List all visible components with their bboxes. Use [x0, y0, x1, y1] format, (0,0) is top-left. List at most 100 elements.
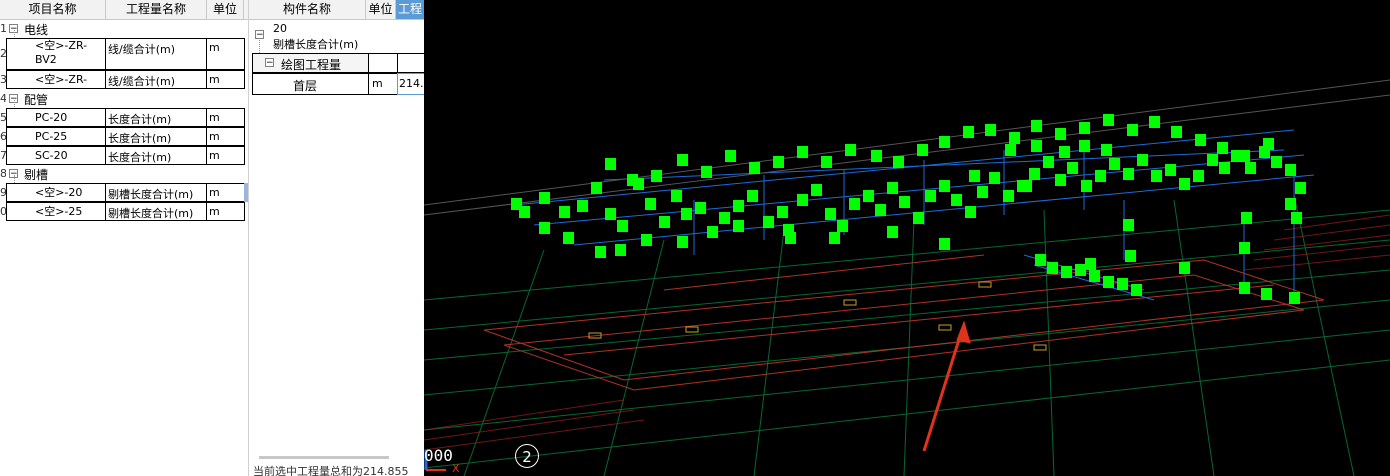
table-row[interactable]: 7 SC-20 长度合计(m) m	[0, 146, 248, 165]
slot-marker	[681, 208, 692, 220]
slot-marker	[1067, 162, 1078, 174]
table-row[interactable]: 9 <空>-20 剔槽长度合计(m) m	[0, 183, 248, 202]
drawing-quantity-group[interactable]: − 绘图工程量	[252, 53, 369, 73]
slot-marker	[1195, 134, 1206, 146]
col-unit[interactable]: 单位	[207, 0, 244, 19]
table-row[interactable]: 3 <空>-ZR-BV4 线/缆合计(m) m	[0, 70, 248, 89]
table-row[interactable]: 6 PC-25 长度合计(m) m	[0, 127, 248, 146]
unit-cell[interactable]: m	[206, 183, 245, 202]
horizontal-scrollbar[interactable]	[259, 456, 389, 459]
col-project-name[interactable]: 项目名称	[0, 0, 106, 19]
slot-marker	[1085, 258, 1096, 270]
slot-marker	[925, 190, 936, 202]
slot-marker	[671, 190, 682, 202]
slot-marker	[707, 226, 718, 238]
slot-marker	[951, 194, 962, 206]
col-quantity-name[interactable]: 工程量名称	[106, 0, 207, 19]
slot-marker	[519, 206, 530, 218]
slot-marker	[617, 220, 628, 232]
slot-marker	[1165, 164, 1176, 176]
floor-row[interactable]: 首层	[252, 73, 369, 95]
project-name-cell[interactable]: PC-20	[6, 108, 106, 127]
slot-marker	[1239, 242, 1250, 254]
slot-marker	[733, 200, 744, 212]
slot-marker	[1021, 180, 1032, 192]
3d-model-viewport[interactable]: 000 X 2	[424, 0, 1390, 476]
quantity-cell[interactable]: 214.	[397, 73, 425, 95]
table-row[interactable]: 5 PC-20 长度合计(m) m	[0, 108, 248, 127]
quantity-name-cell[interactable]: 剔槽长度合计(m)	[105, 183, 207, 202]
slot-marker	[677, 236, 688, 248]
slot-marker	[1207, 154, 1218, 166]
unit-cell[interactable]: m	[206, 70, 245, 89]
project-name-cell[interactable]: <空>-20	[6, 183, 106, 202]
unit-cell[interactable]: m	[206, 38, 245, 70]
group-label: 配管	[24, 93, 49, 107]
col-unit[interactable]: 单位	[366, 0, 396, 19]
group-label: 剔槽	[24, 168, 49, 182]
slot-marker	[733, 220, 744, 232]
slot-marker	[977, 186, 988, 198]
view-number-badge[interactable]: 2	[515, 444, 539, 468]
slot-marker	[893, 156, 904, 168]
col-component-name[interactable]: 构件名称	[249, 0, 366, 19]
slot-marker	[913, 212, 924, 224]
project-name-cell[interactable]: SC-20	[6, 146, 106, 165]
unit-cell[interactable]: m	[206, 127, 245, 146]
slot-marker	[1047, 262, 1058, 274]
slot-marker	[1179, 262, 1190, 274]
slot-marker	[1031, 140, 1042, 152]
project-name-cell[interactable]: <空>-ZR-BV2 .5	[6, 38, 106, 70]
unit-cell[interactable]: m	[206, 108, 245, 127]
quantity-summary-grid: 项目名称 工程量名称 单位 1 − 电线 2 <空>-ZR-BV2 .5 线/缆…	[0, 0, 248, 476]
project-name-cell[interactable]: PC-25	[6, 127, 106, 146]
slot-marker	[783, 224, 794, 236]
table-row[interactable]: 0 <空>-25 剔槽长度合计(m) m	[0, 202, 248, 221]
unit-cell[interactable]	[368, 53, 398, 73]
slot-marker	[1043, 156, 1054, 168]
quantity-name-cell[interactable]: 长度合计(m)	[105, 146, 207, 165]
slot-marker	[1193, 170, 1204, 182]
quantity-name-cell[interactable]: 剔槽长度合计(m)	[105, 202, 207, 221]
slot-marker	[875, 204, 886, 216]
slot-marker	[627, 174, 638, 186]
quantity-cell[interactable]	[397, 53, 425, 73]
slot-marker	[1239, 150, 1250, 162]
slot-marker	[1285, 198, 1296, 210]
table-row[interactable]: 2 <空>-ZR-BV2 .5 线/缆合计(m) m	[0, 38, 248, 70]
slot-marker	[1261, 288, 1272, 300]
col-quantity[interactable]: 工程	[396, 0, 425, 19]
slot-marker	[849, 198, 860, 210]
slot-marker	[747, 190, 758, 202]
slot-marker	[605, 208, 616, 220]
slot-marker	[749, 162, 760, 174]
unit-cell[interactable]: m	[206, 202, 245, 221]
project-name-cell[interactable]: <空>-25	[6, 202, 106, 221]
quantity-name-cell[interactable]: 长度合计(m)	[105, 108, 207, 127]
quantity-name-cell[interactable]: 线/缆合计(m)	[105, 38, 207, 70]
slot-marker	[1103, 276, 1114, 288]
group-row-wire[interactable]: 1 − 电线	[0, 20, 248, 38]
upper-outline	[424, 79, 1390, 216]
slot-marker	[1095, 170, 1106, 182]
unit-cell[interactable]: m	[206, 146, 245, 165]
collapse-toggle-icon[interactable]: −	[255, 30, 264, 40]
slot-marker	[797, 194, 808, 206]
slot-marker	[605, 158, 616, 170]
slot-marker	[965, 206, 976, 218]
slot-marker	[1059, 146, 1070, 158]
collapse-toggle-icon[interactable]: −	[265, 58, 274, 68]
slot-marker	[887, 226, 898, 238]
slot-marker	[1149, 116, 1160, 128]
quantity-name-cell[interactable]: 线/缆合计(m)	[105, 70, 207, 89]
group-row-slot[interactable]: 8 − 剔槽	[0, 165, 248, 183]
slot-marker	[1271, 156, 1282, 168]
quantity-name-cell[interactable]: 长度合计(m)	[105, 127, 207, 146]
group-row-pipe[interactable]: 4 − 配管	[0, 90, 248, 108]
unit-cell[interactable]: m	[368, 73, 398, 95]
project-name-cell[interactable]: <空>-ZR-BV4	[6, 70, 106, 89]
slot-marker	[701, 166, 712, 178]
slot-marker	[659, 216, 670, 228]
slot-marker	[1137, 154, 1148, 166]
slot-marker	[1127, 124, 1138, 136]
